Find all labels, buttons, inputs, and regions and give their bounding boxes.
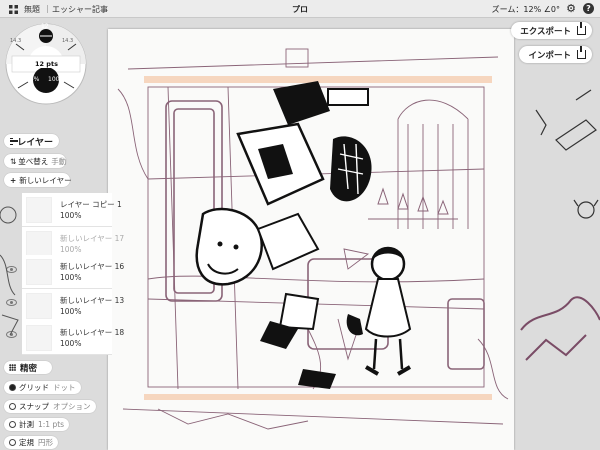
layer-thumbnail (26, 293, 52, 319)
layer-opacity: 100% (60, 273, 82, 282)
plus-icon: + (10, 175, 17, 185)
ink-figure-flying (195, 81, 372, 389)
grid-radio-icon (9, 384, 16, 391)
layer-name: 新しいレイヤー 13 (60, 296, 125, 305)
brush-opacity-right[interactable]: 100% (48, 76, 65, 83)
ink-figure-girl (346, 246, 412, 376)
sort-mode: 手動 (51, 156, 67, 166)
brush-tick-left: 14.3 (10, 38, 22, 44)
measure-value: 1:1 pts (38, 420, 65, 429)
layer-row-3[interactable]: 新しいレイヤー 16 100% (22, 255, 124, 289)
grid-label: グリッド (19, 383, 49, 392)
brush-tick-right: 14.3 (62, 38, 74, 44)
precision-header[interactable]: 精密 (4, 361, 52, 374)
snap-option[interactable]: スナップ オプション (4, 400, 96, 413)
precision-label: 精密 (20, 363, 38, 374)
brush-opacity-left[interactable]: 14% (26, 76, 39, 83)
layer-name: レイヤー コピー 1 (60, 200, 122, 209)
layer-opacity: 100% (60, 211, 82, 220)
brush-size-readout[interactable]: 12 pts (34, 60, 59, 68)
sort-button[interactable]: ⇅ 並べ替え 手動 (4, 154, 66, 168)
layer-name: 新しいレイヤー 17 (60, 234, 125, 243)
import-label: インポート (528, 50, 571, 61)
ruler-option[interactable]: 定規 円形 (4, 436, 58, 449)
import-button[interactable]: インポート (519, 46, 592, 63)
layer-thumbnail (26, 231, 52, 257)
measure-radio-icon (9, 421, 16, 428)
guide-line-bottom (144, 394, 492, 400)
grid-option[interactable]: グリッド ドット (4, 381, 81, 394)
ruler-value: 円形 (38, 438, 53, 447)
sort-label: 並べ替え (18, 156, 49, 166)
layer-row-5[interactable]: 新しいレイヤー 18 100% (22, 321, 124, 355)
measure-label: 計測 (19, 420, 34, 429)
layer-opacity: 100% (60, 245, 82, 254)
layer-opacity: 100% (60, 307, 82, 316)
snap-value: オプション (53, 402, 91, 411)
export-label: エクスポート (520, 26, 571, 37)
artwork (117, 48, 509, 430)
layers-header-button[interactable]: レイヤー (4, 134, 59, 148)
import-icon (577, 46, 586, 59)
help-icon[interactable]: ? (583, 3, 594, 14)
export-icon (577, 22, 586, 35)
snap-label: スナップ (19, 402, 49, 411)
ruler-label: 定規 (19, 438, 34, 447)
brush-top-value: 12 (41, 23, 49, 30)
offcanvas-sketches-left (0, 206, 19, 336)
zoom-readout[interactable]: ズーム：12% ∠0° (492, 4, 560, 15)
layer-thumbnail (26, 259, 52, 285)
layer-thumbnail (26, 325, 52, 351)
offcanvas-sketches (520, 89, 600, 361)
grid-value: ドット (53, 383, 76, 392)
breadcrumb-separator: | (46, 4, 49, 13)
layer-name: 新しいレイヤー 16 (60, 262, 125, 271)
snap-radio-icon (9, 403, 16, 410)
brush-mode-title[interactable]: プロ (280, 4, 320, 15)
canvas-paper[interactable] (108, 29, 514, 450)
export-button[interactable]: エクスポート (511, 22, 592, 39)
layer-thumbnail (26, 197, 52, 223)
new-layer-label: 新しいレイヤー (19, 175, 72, 185)
layer-name: 新しいレイヤー 18 (60, 328, 125, 337)
dot-grid-icon (9, 364, 16, 371)
hamburger-icon (10, 137, 19, 145)
layer-row-4[interactable]: 新しいレイヤー 13 100% (22, 289, 124, 323)
ruler-radio-icon (9, 439, 16, 446)
bottles-shelf (368, 187, 458, 220)
gear-icon[interactable]: ⚙ (566, 3, 576, 14)
breadcrumb-document[interactable]: エッシャー記事 (52, 4, 108, 15)
layer-row-1[interactable]: レイヤー コピー 1 100% (22, 193, 122, 227)
layer-opacity: 100% (60, 339, 82, 348)
gallery-grid-icon[interactable] (9, 5, 18, 14)
measure-option[interactable]: 計測 1:1 pts (4, 418, 70, 431)
new-layer-button[interactable]: + 新しいレイヤー (4, 173, 72, 187)
top-bar: 無題 | エッシャー記事 プロ ズーム：12% ∠0° ⚙ ? (0, 0, 600, 18)
layers-header-label: レイヤー (17, 137, 53, 148)
sort-arrows-icon: ⇅ (10, 156, 17, 166)
breadcrumb-untitled[interactable]: 無題 (24, 4, 40, 15)
